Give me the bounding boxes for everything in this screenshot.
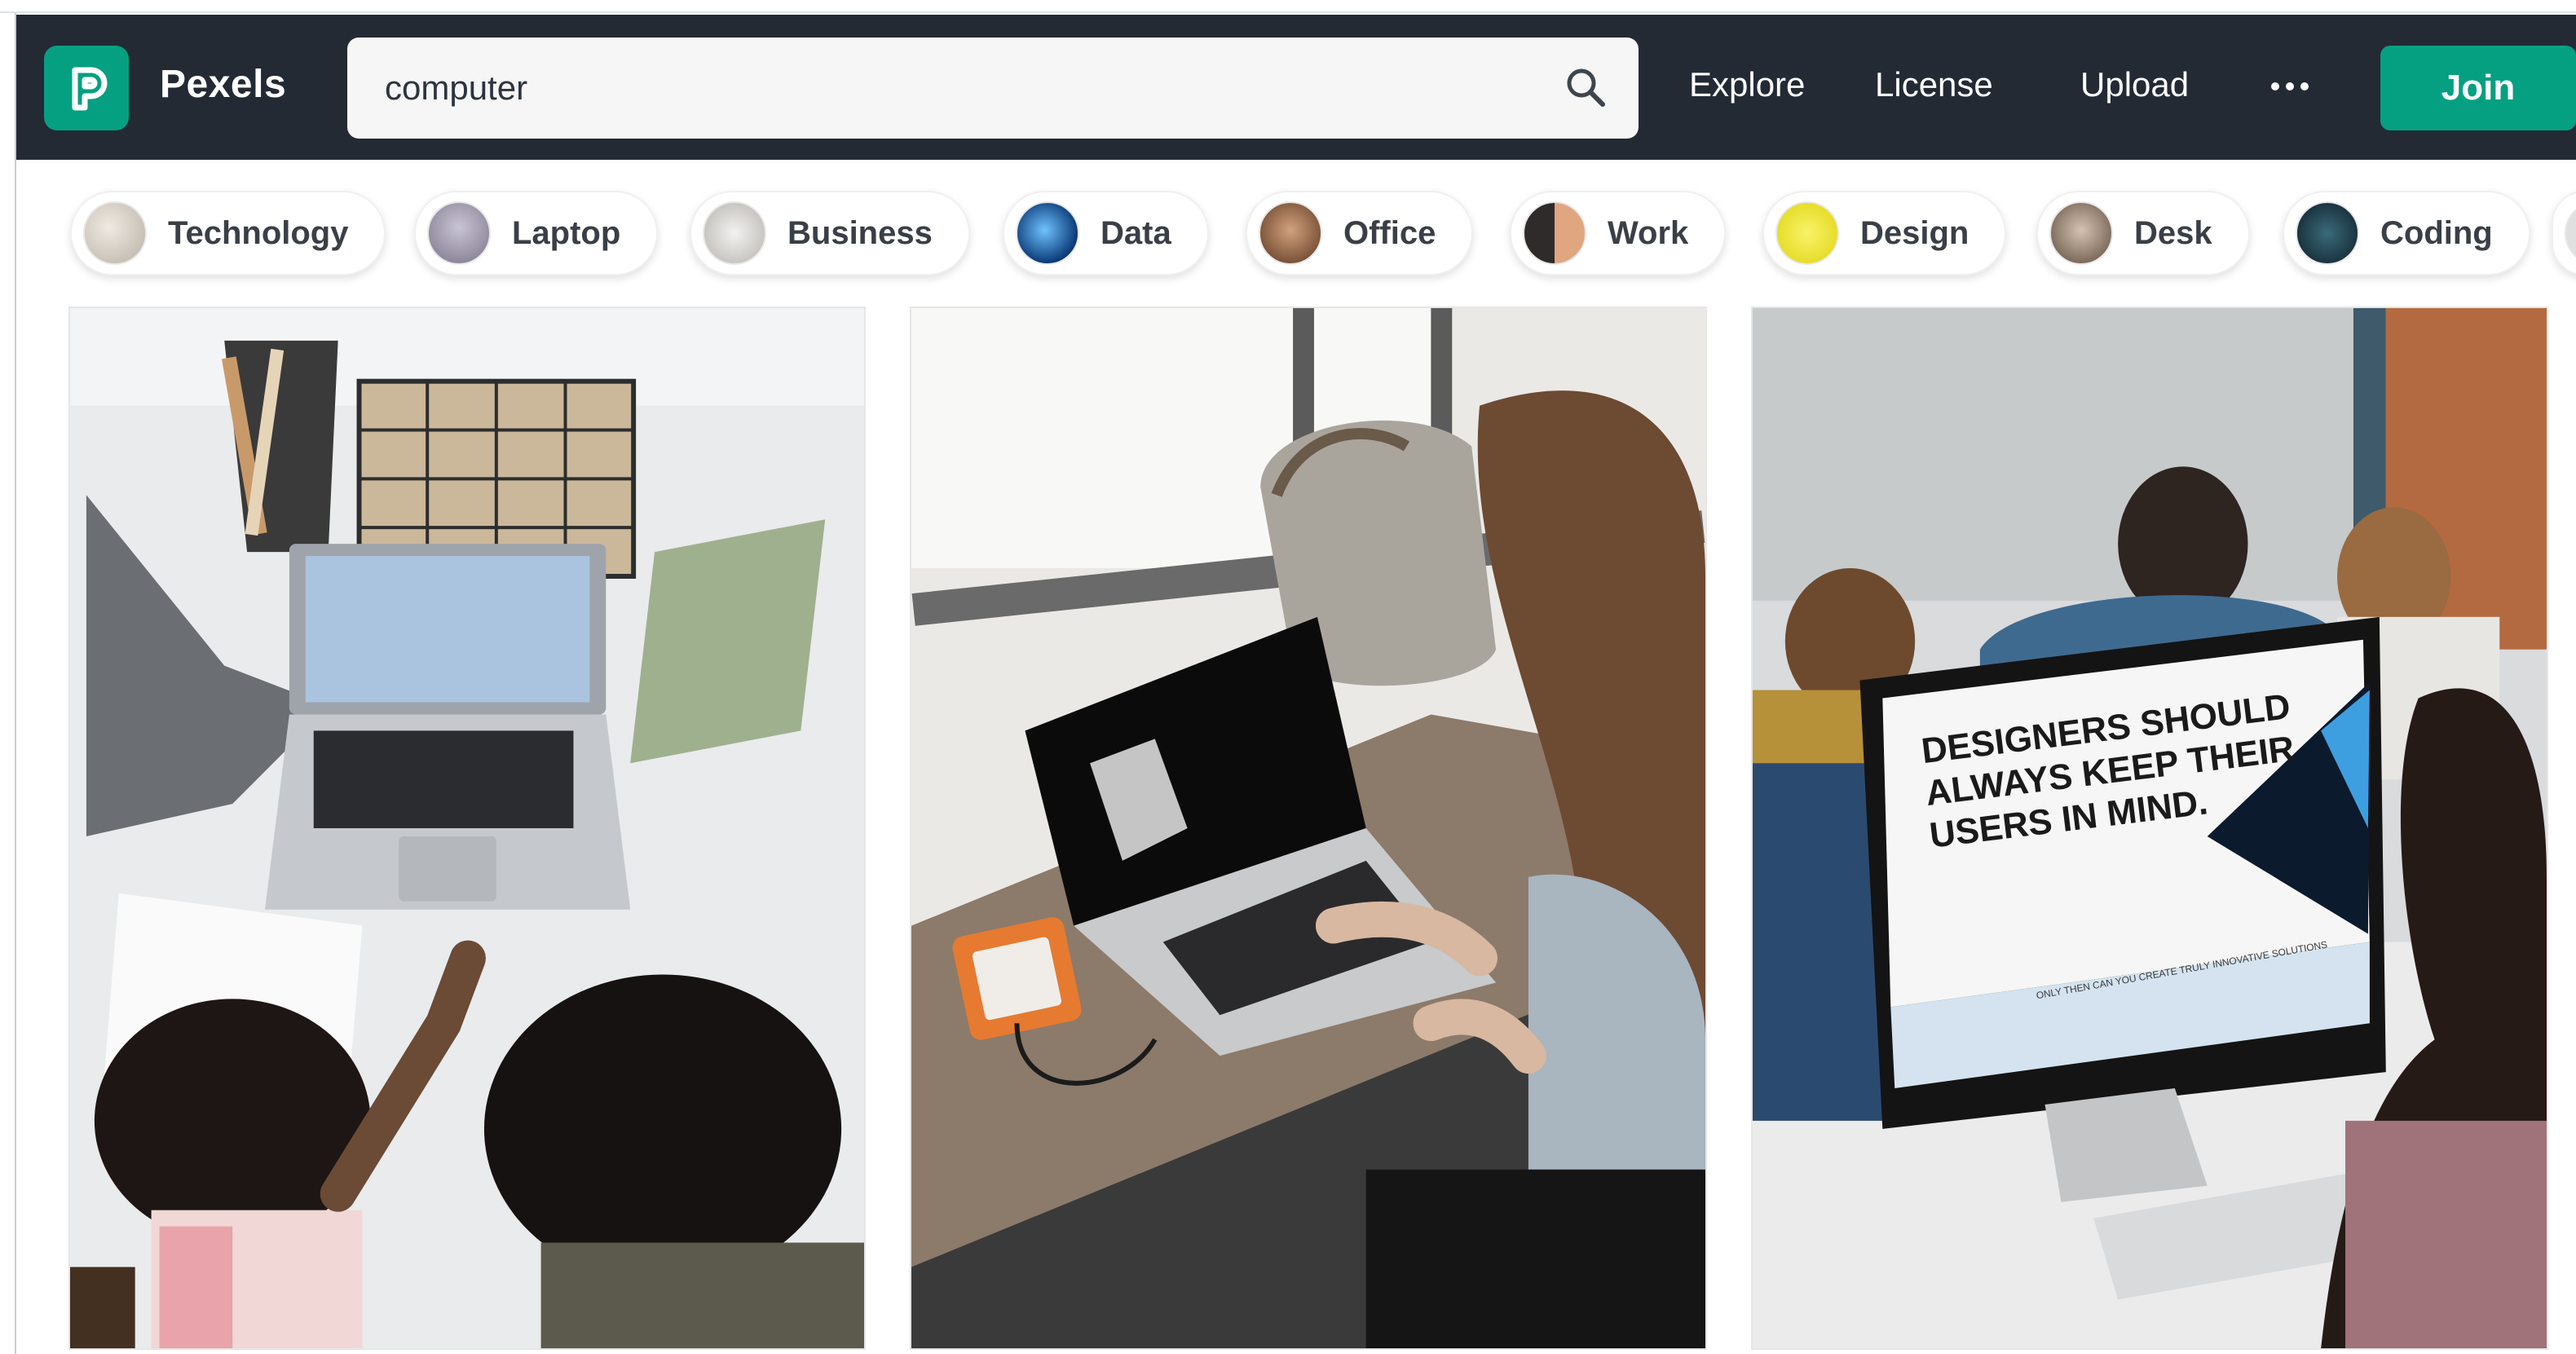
chip-label: Technology — [168, 214, 349, 251]
chip-thumbnail — [2565, 201, 2576, 265]
chip-business[interactable]: Business — [690, 191, 970, 276]
chip-laptop[interactable]: Laptop — [414, 191, 659, 276]
chip-coding[interactable]: Coding — [2283, 191, 2530, 276]
chip-label: Coding — [2380, 214, 2493, 251]
chip-label: Laptop — [512, 214, 621, 251]
chip-thumbnail — [1523, 201, 1586, 265]
search-icon[interactable] — [1560, 62, 1612, 114]
chip-technology[interactable]: Technology — [70, 191, 386, 276]
photo-woman-laptop-window — [911, 308, 1705, 1348]
chip-data[interactable]: Data — [1003, 191, 1209, 276]
pexels-logo-icon[interactable] — [44, 46, 129, 130]
more-menu-icon[interactable] — [2271, 77, 2320, 96]
site-header: Pexels Explore License Upload Join — [16, 15, 2576, 160]
chip-label: Data — [1101, 214, 1171, 251]
chip-work[interactable]: Work — [1510, 191, 1727, 276]
category-chips: Technology Laptop Business Data Office W… — [16, 160, 2576, 307]
chip-thumbnail — [1016, 201, 1079, 265]
chip-thumbnail — [2296, 201, 2359, 265]
chip-thumbnail — [1259, 201, 1322, 265]
chip-partial[interactable] — [2552, 191, 2576, 276]
chip-label: Business — [787, 214, 933, 251]
chip-label: Desk — [2134, 214, 2212, 251]
chip-desk[interactable]: Desk — [2036, 191, 2250, 276]
chip-label: Office — [1343, 214, 1436, 251]
join-button[interactable]: Join — [2380, 46, 2576, 130]
chip-label: Design — [1860, 214, 1969, 251]
nav-explore[interactable]: Explore — [1689, 65, 1805, 104]
chip-design[interactable]: Design — [1762, 191, 2007, 276]
photo-kids-laptop — [70, 308, 864, 1348]
search-bar[interactable] — [347, 37, 1639, 139]
window-left-edge — [0, 13, 16, 1354]
chip-thumbnail — [427, 201, 491, 265]
nav-upload[interactable]: Upload — [2080, 65, 2189, 104]
browser-viewport: Pexels Explore License Upload Join Techn… — [0, 0, 2576, 1354]
chip-thumbnail — [703, 201, 766, 265]
photo-team-imac: DESIGNERS SHOULD ALWAYS KEEP THEIR USERS… — [1753, 308, 2547, 1348]
nav-license[interactable]: License — [1875, 65, 1993, 104]
chip-thumbnail — [1775, 201, 1839, 265]
photo-card[interactable]: DESIGNERS SHOULD ALWAYS KEEP THEIR USERS… — [1751, 307, 2548, 1350]
chip-thumbnail — [83, 201, 147, 265]
search-input[interactable] — [385, 62, 1510, 114]
photo-card[interactable] — [68, 307, 866, 1350]
chip-thumbnail — [2049, 201, 2113, 265]
chip-office[interactable]: Office — [1246, 191, 1474, 276]
chip-label: Work — [1608, 214, 1689, 251]
window-top-strip — [0, 0, 2576, 13]
brand-name[interactable]: Pexels — [160, 62, 286, 107]
photo-card[interactable] — [910, 307, 1707, 1350]
